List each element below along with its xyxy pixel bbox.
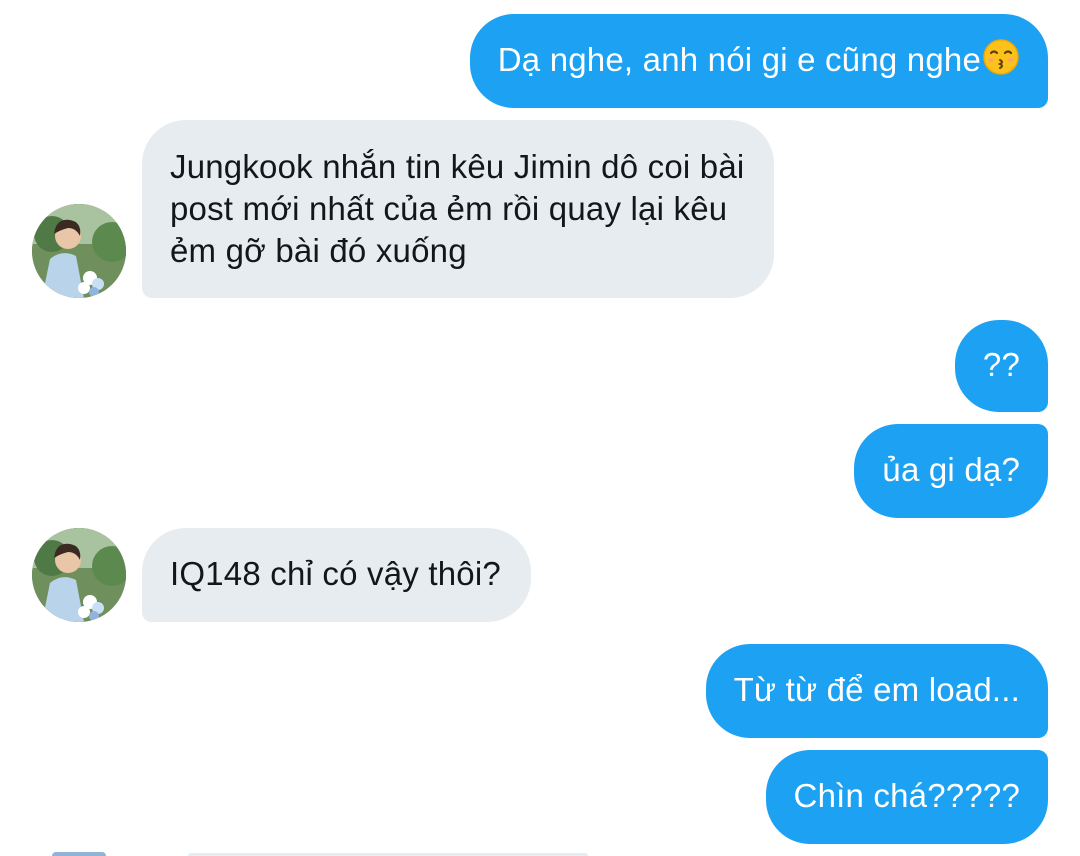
- outgoing-message-bubble[interactable]: ủa gi dạ?: [854, 424, 1048, 518]
- message-line: Jungkook nhắn tin kêu Jimin dô coi bài: [170, 148, 745, 185]
- outgoing-message-bubble[interactable]: ??: [954, 320, 1048, 412]
- contact-avatar-partial: [52, 852, 106, 856]
- conversation-thread: Dạ nghe, anh nói gi e cũng nghe Jungkook…: [0, 0, 1080, 856]
- outgoing-message-bubble[interactable]: Dạ nghe, anh nói gi e cũng nghe: [469, 14, 1048, 108]
- outgoing-message-bubble[interactable]: Chìn chá?????: [765, 750, 1048, 844]
- message-text: Chìn chá?????: [793, 777, 1020, 814]
- message-text: ??: [982, 346, 1020, 383]
- message-text: IQ148 chỉ có vậy thôi?: [170, 555, 501, 592]
- message-text: Dạ nghe, anh nói gi e cũng nghe: [497, 41, 981, 78]
- kissing-face-icon: [982, 38, 1020, 86]
- contact-avatar[interactable]: [32, 204, 126, 298]
- message-text: ủa gi dạ?: [882, 451, 1020, 488]
- outgoing-message-bubble[interactable]: Từ từ để em load...: [705, 644, 1048, 738]
- incoming-message-bubble[interactable]: Jungkook nhắn tin kêu Jimin dô coi bài p…: [142, 120, 775, 298]
- message-line: post mới nhất của ẻm rồi quay lại kêu: [170, 190, 728, 227]
- contact-avatar[interactable]: [32, 528, 126, 622]
- incoming-message-bubble[interactable]: IQ148 chỉ có vậy thôi?: [142, 528, 531, 622]
- message-text: Từ từ để em load...: [733, 671, 1020, 708]
- message-line: ẻm gỡ bài đó xuống: [170, 232, 467, 269]
